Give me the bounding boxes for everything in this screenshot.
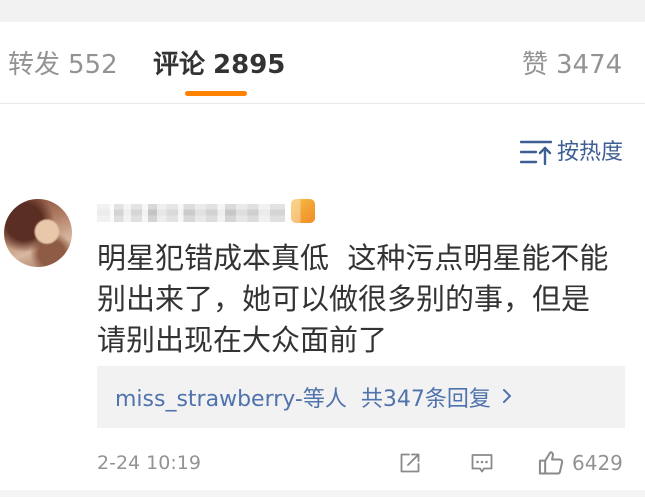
comment-time: 2-24 10:19 (97, 452, 201, 474)
tab-label: 评论 (153, 50, 206, 80)
sort-by-hot-button[interactable]: 按热度 (518, 137, 626, 169)
sort-icon (520, 140, 552, 166)
tab-label: 转发 (8, 50, 61, 80)
like-button[interactable]: 6429 (537, 448, 623, 478)
member-badge-icon (291, 199, 315, 223)
tab-count: 3474 (556, 50, 623, 80)
bottom-band (0, 490, 645, 497)
share-icon[interactable] (398, 451, 422, 475)
tab-count: 552 (68, 50, 118, 80)
avatar[interactable] (4, 199, 72, 267)
replies-users: miss_strawberry-等人 (115, 387, 347, 412)
comment-icon[interactable] (470, 451, 494, 475)
tab-label: 赞 (522, 50, 549, 80)
like-count: 6429 (572, 451, 623, 475)
thumbs-up-icon (538, 451, 564, 475)
comment-line: 别出来了，她可以做很多别的事，但是 (97, 282, 591, 316)
active-tab-indicator (185, 91, 247, 96)
replies-preview[interactable]: miss_strawberry-等人 共347条回复 (97, 366, 625, 428)
tab-comments[interactable]: 评论 2895 (153, 44, 285, 86)
chevron-right-icon (502, 385, 512, 410)
sort-label: 按热度 (557, 140, 624, 165)
tab-likes[interactable]: 赞 3474 (522, 44, 622, 86)
comment-text: 明星犯错成本真低 这种污点明星能不能 别出来了，她可以做很多别的事，但是 请别出… (97, 238, 608, 361)
tab-count: 2895 (213, 50, 286, 80)
top-band (0, 0, 645, 22)
tab-repost[interactable]: 转发 552 (8, 44, 118, 86)
replies-count: 共347条回复 (360, 387, 491, 412)
comment-line: 请别出现在大众面前了 (97, 323, 388, 357)
username-pixelated[interactable] (97, 204, 285, 222)
comment-line: 明星犯错成本真低 这种污点明星能不能 (97, 241, 609, 275)
tab-divider (0, 103, 645, 104)
